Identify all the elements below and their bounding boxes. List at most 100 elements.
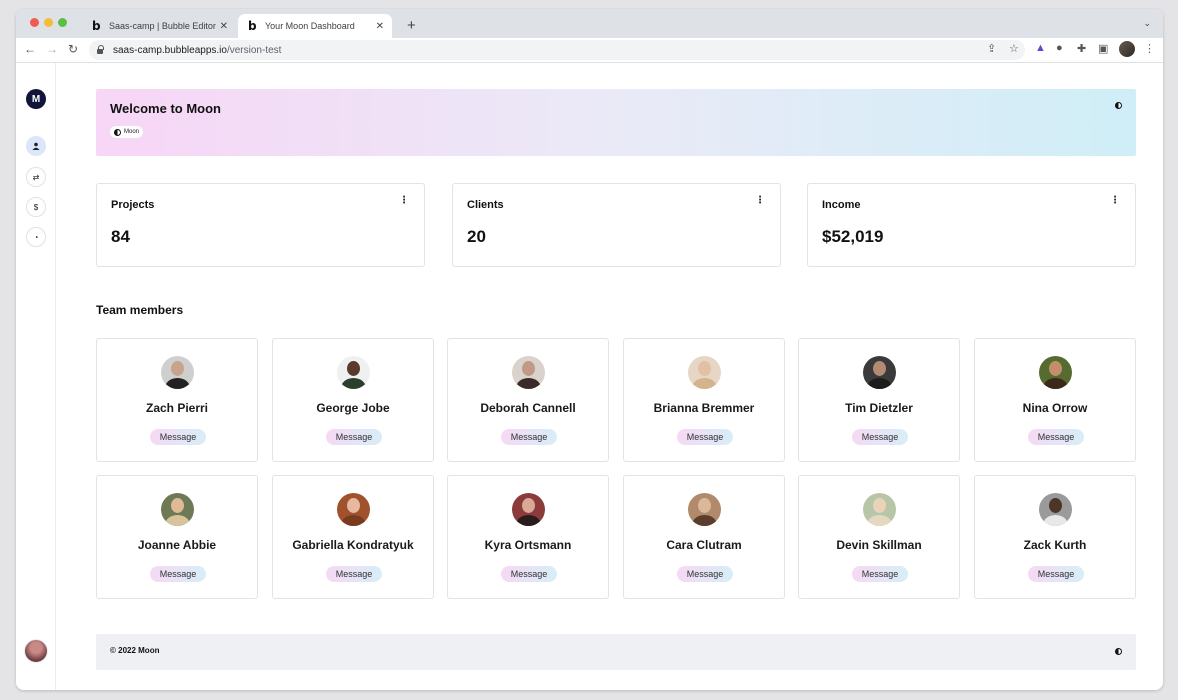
member-name: Cara Clutram xyxy=(666,538,742,552)
copyright-text: © 2022 Moon xyxy=(110,646,160,655)
message-button[interactable]: Message xyxy=(1028,566,1084,582)
chevron-down-icon[interactable]: ⌄ xyxy=(1143,18,1151,29)
avatar xyxy=(1039,356,1072,389)
message-button[interactable]: Message xyxy=(501,429,557,445)
theme-chip[interactable]: Moon xyxy=(110,126,144,138)
tab-label: Saas-camp | Bubble Editor xyxy=(109,21,216,31)
swap-icon[interactable]: ⇄ xyxy=(26,167,46,187)
user-icon[interactable] xyxy=(26,136,46,156)
member-name: George Jobe xyxy=(316,401,390,415)
chip-label: Moon xyxy=(124,129,140,135)
more-vertical-icon[interactable]: ⋮ xyxy=(1110,196,1120,206)
tab-label: Your Moon Dashboard xyxy=(265,21,355,31)
avatar xyxy=(337,493,370,526)
dollar-icon[interactable]: $ xyxy=(26,197,46,217)
user-avatar[interactable] xyxy=(24,639,48,663)
footer: © 2022 Moon xyxy=(96,634,1136,670)
contrast-icon[interactable] xyxy=(1115,648,1122,655)
member-name: Gabriella Kondratyuk xyxy=(292,538,414,552)
contrast-icon xyxy=(114,128,121,136)
stat-label: Clients xyxy=(467,199,504,211)
avatar xyxy=(688,356,721,389)
stat-card-income: Income $52,019 ⋮ xyxy=(807,183,1136,267)
avatar xyxy=(688,493,721,526)
avatar xyxy=(512,493,545,526)
puzzle-icon[interactable]: ✚ xyxy=(1077,42,1086,55)
stat-value: 84 xyxy=(111,227,130,246)
member-card: Deborah Cannell Message xyxy=(447,338,609,462)
new-tab-icon[interactable]: + xyxy=(407,17,416,34)
avatar xyxy=(512,356,545,389)
extension-triangle-icon[interactable]: ▲ xyxy=(1035,42,1046,54)
message-button[interactable]: Message xyxy=(501,566,557,582)
member-card: Zach Pierri Message xyxy=(96,338,258,462)
team-members-heading: Team members xyxy=(96,303,184,317)
star-icon[interactable]: ☆ xyxy=(1009,42,1019,55)
stat-value: $52,019 xyxy=(822,227,884,246)
gauge-icon[interactable]: ◔ xyxy=(26,227,46,247)
url-host: saas-camp.bubbleapps.io xyxy=(113,44,227,56)
sidepanel-icon[interactable]: ▣ xyxy=(1098,42,1108,55)
stat-card-projects: Projects 84 ⋮ xyxy=(96,183,425,267)
member-name: Devin Skillman xyxy=(836,538,922,552)
member-card: Kyra Ortsmann Message xyxy=(447,475,609,599)
member-card: Joanne Abbie Message xyxy=(96,475,258,599)
kebab-menu-icon[interactable]: ⋮ xyxy=(1144,42,1155,55)
url-path: /version-test xyxy=(226,44,282,56)
message-button[interactable]: Message xyxy=(150,566,206,582)
member-name: Zack Kurth xyxy=(1023,538,1087,552)
member-card: Tim Dietzler Message xyxy=(798,338,960,462)
tab-moon-dashboard[interactable]: b Your Moon Dashboard ✕ xyxy=(238,14,392,38)
message-button[interactable]: Message xyxy=(677,429,733,445)
message-button[interactable]: Message xyxy=(852,566,908,582)
avatar xyxy=(1039,493,1072,526)
lock-icon xyxy=(97,44,104,54)
tab-strip: b Saas-camp | Bubble Editor ✕ b Your Moo… xyxy=(16,9,1163,38)
avatar xyxy=(863,493,896,526)
browser-window: b Saas-camp | Bubble Editor ✕ b Your Moo… xyxy=(16,9,1163,690)
forward-arrow-icon[interactable]: → xyxy=(46,42,58,56)
more-vertical-icon[interactable]: ⋮ xyxy=(399,196,409,206)
message-button[interactable]: Message xyxy=(1028,429,1084,445)
back-arrow-icon[interactable]: ← xyxy=(24,42,36,56)
share-icon[interactable]: ⇪ xyxy=(987,42,996,55)
reload-icon[interactable]: ↻ xyxy=(68,42,78,56)
tab-bubble-editor[interactable]: b Saas-camp | Bubble Editor ✕ xyxy=(82,14,236,38)
member-name: Zach Pierri xyxy=(145,401,209,415)
stat-label: Income xyxy=(822,199,861,211)
member-name: Brianna Bremmer xyxy=(653,401,755,415)
profile-avatar[interactable] xyxy=(1119,41,1135,57)
member-name: Tim Dietzler xyxy=(845,401,913,415)
stat-card-clients: Clients 20 ⋮ xyxy=(452,183,781,267)
address-bar[interactable]: saas-camp.bubbleapps.io/version-test xyxy=(89,40,1025,60)
close-window-button[interactable] xyxy=(30,18,39,27)
moon-logo[interactable]: M xyxy=(26,89,46,109)
message-button[interactable]: Message xyxy=(326,429,382,445)
extension-circle-icon[interactable]: ● xyxy=(1056,42,1063,54)
member-name: Kyra Ortsmann xyxy=(484,538,572,552)
avatar xyxy=(337,356,370,389)
message-button[interactable]: Message xyxy=(852,429,908,445)
message-button[interactable]: Message xyxy=(150,429,206,445)
message-button[interactable]: Message xyxy=(677,566,733,582)
message-button[interactable]: Message xyxy=(326,566,382,582)
address-toolbar: ← → ↻ saas-camp.bubbleapps.io/version-te… xyxy=(16,38,1163,63)
stat-label: Projects xyxy=(111,199,155,211)
more-vertical-icon[interactable]: ⋮ xyxy=(755,196,765,206)
avatar xyxy=(161,493,194,526)
member-name: Nina Orrow xyxy=(1022,401,1088,415)
close-tab-icon[interactable]: ✕ xyxy=(376,21,384,32)
maximize-window-button[interactable] xyxy=(58,18,67,27)
member-card: Cara Clutram Message xyxy=(623,475,785,599)
banner-title: Welcome to Moon xyxy=(110,101,221,116)
minimize-window-button[interactable] xyxy=(44,18,53,27)
member-card: George Jobe Message xyxy=(272,338,434,462)
bubble-favicon-icon: b xyxy=(248,19,257,33)
stat-value: 20 xyxy=(467,227,486,246)
member-card: Gabriella Kondratyuk Message xyxy=(272,475,434,599)
close-tab-icon[interactable]: ✕ xyxy=(220,21,228,32)
member-card: Nina Orrow Message xyxy=(974,338,1136,462)
welcome-banner: Welcome to Moon Moon xyxy=(96,89,1136,156)
member-card: Brianna Bremmer Message xyxy=(623,338,785,462)
contrast-icon[interactable] xyxy=(1115,102,1122,109)
